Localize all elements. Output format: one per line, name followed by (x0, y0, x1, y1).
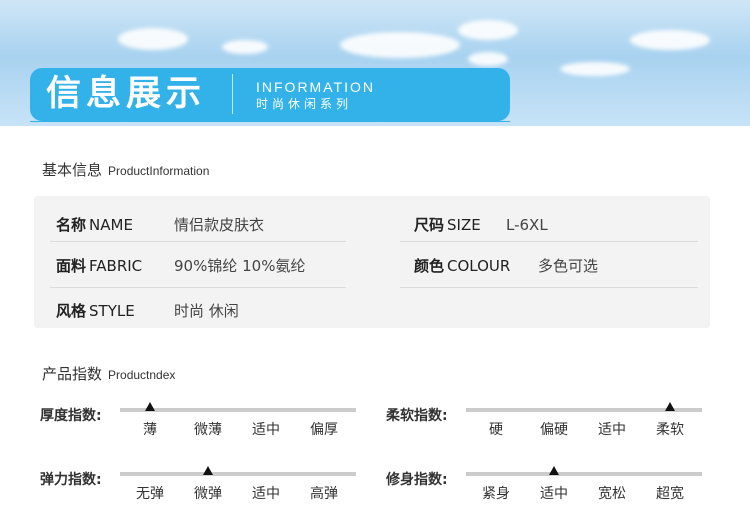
field-colour: 颜色 COLOUR 多色可选 (414, 255, 598, 277)
field-name-value: 情侣款皮肤衣 (174, 216, 265, 234)
field-colour-label: 颜色 (414, 257, 445, 275)
cloud-decoration (458, 20, 518, 40)
field-name: 名称 NAME 情侣款皮肤衣 (56, 214, 264, 236)
field-name-label-en: NAME (89, 216, 133, 234)
elasticity-index-marker (203, 466, 213, 475)
field-fabric: 面料 FABRIC 90%锦纶 10%氨纶 (56, 255, 305, 277)
thickness-index-marker (145, 402, 155, 411)
banner-title: 信息展示 (46, 74, 207, 114)
elasticity-index-label: 弹力指数: (40, 472, 102, 488)
field-style: 风格 STYLE 时尚 休闲 (56, 300, 239, 322)
basic-info-heading-en: ProductInformation (108, 164, 210, 178)
softness-index-label: 柔软指数: (386, 408, 448, 424)
banner-title-en: INFORMATION (256, 79, 375, 95)
field-name-label: 名称 (56, 216, 87, 234)
softness-option: 适中 (598, 422, 626, 438)
elasticity-option: 无弹 (136, 486, 164, 502)
cloud-decoration (118, 28, 188, 50)
title-divider (232, 74, 233, 114)
field-colour-value: 多色可选 (538, 257, 599, 275)
cloud-decoration (630, 30, 710, 50)
cloud-decoration (222, 40, 268, 54)
field-fabric-label-en: FABRIC (89, 257, 143, 275)
field-colour-label-en: COLOUR (447, 257, 511, 275)
field-fabric-value: 90%锦纶 10%氨纶 (174, 257, 306, 275)
elasticity-option: 微弹 (194, 486, 222, 502)
field-style-label-en: STYLE (89, 302, 135, 320)
field-size-value: L-6XL (506, 216, 548, 234)
divider (400, 241, 698, 242)
thickness-index-label: 厚度指数: (40, 408, 102, 424)
thickness-option: 微薄 (194, 422, 222, 438)
field-size-label-en: SIZE (447, 216, 481, 234)
elasticity-index-track (120, 472, 356, 476)
thickness-option: 偏厚 (310, 422, 338, 438)
field-size-label: 尺码 (414, 216, 445, 234)
banner-subtitle: 时尚休闲系列 (256, 97, 353, 111)
product-index-heading: 产品指数 Productndex (42, 364, 175, 385)
product-index-heading-en: Productndex (108, 368, 176, 382)
fit-index-label: 修身指数: (386, 472, 448, 488)
softness-index-marker (665, 402, 675, 411)
fit-option: 适中 (540, 486, 568, 502)
elasticity-option: 高弹 (310, 486, 338, 502)
basic-info-heading-zh: 基本信息 (42, 161, 103, 179)
fit-option: 宽松 (598, 486, 626, 502)
softness-option: 硬 (489, 422, 503, 438)
field-style-label: 风格 (56, 302, 87, 320)
softness-option: 偏硬 (540, 422, 568, 438)
cloud-decoration (560, 62, 630, 76)
thickness-option: 适中 (252, 422, 280, 438)
cloud-decoration (468, 52, 508, 66)
thickness-index-track (120, 408, 356, 412)
field-fabric-label: 面料 (56, 257, 87, 275)
thickness-option: 薄 (143, 422, 157, 438)
divider (400, 287, 698, 288)
fit-option: 超宽 (656, 486, 684, 502)
field-style-value: 时尚 休闲 (174, 302, 239, 320)
cloud-decoration (340, 32, 460, 58)
fit-index-marker (549, 466, 559, 475)
product-index-heading-zh: 产品指数 (42, 365, 103, 383)
fit-option: 紧身 (482, 486, 510, 502)
basic-info-heading: 基本信息 ProductInformation (42, 160, 209, 181)
elasticity-option: 适中 (252, 486, 280, 502)
title-underline (30, 121, 510, 122)
divider (50, 241, 346, 242)
fit-index-track (466, 472, 702, 476)
field-size: 尺码 SIZE L-6XL (414, 214, 548, 236)
divider (50, 287, 346, 288)
softness-option: 柔软 (656, 422, 684, 438)
